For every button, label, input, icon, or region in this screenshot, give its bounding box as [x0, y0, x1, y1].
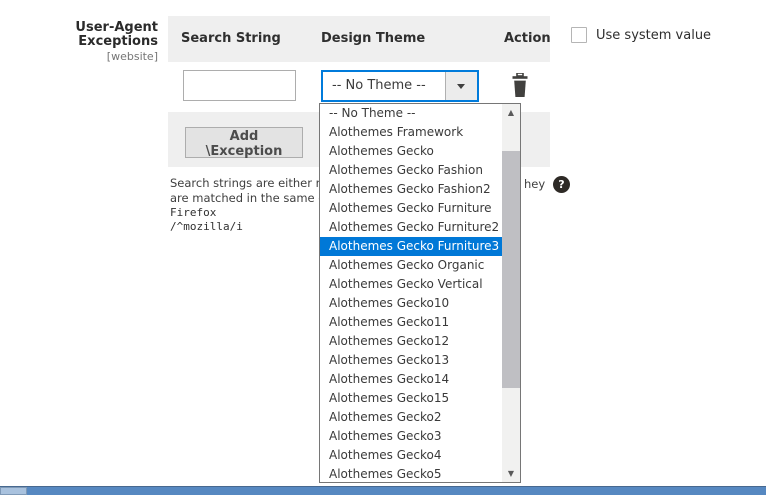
dropdown-option[interactable]: Alothemes Gecko Fashion: [320, 161, 502, 180]
chevron-down-icon: [457, 84, 465, 89]
column-header-search-string: Search String: [181, 31, 281, 46]
dropdown-option[interactable]: Alothemes Gecko13: [320, 351, 502, 370]
dropdown-option[interactable]: Alothemes Gecko Organic: [320, 256, 502, 275]
dropdown-option[interactable]: Alothemes Gecko2: [320, 408, 502, 427]
dropdown-option[interactable]: Alothemes Gecko4: [320, 446, 502, 465]
scroll-down-icon[interactable]: ▼: [502, 465, 520, 482]
field-scope: [website]: [0, 50, 158, 63]
dropdown-option[interactable]: Alothemes Gecko Furniture3: [320, 237, 502, 256]
dropdown-option[interactable]: Alothemes Framework: [320, 123, 502, 142]
column-header-action: Action: [504, 31, 551, 46]
dropdown-option[interactable]: Alothemes Gecko14: [320, 370, 502, 389]
bottom-horizontal-scrollbar[interactable]: [0, 486, 766, 495]
dropdown-option[interactable]: Alothemes Gecko10: [320, 294, 502, 313]
design-theme-dropdown-list: -- No Theme --Alothemes FrameworkAlothem…: [319, 103, 521, 483]
column-header-design-theme: Design Theme: [321, 31, 425, 46]
use-system-value-control: Use system value: [571, 27, 711, 43]
scroll-up-icon[interactable]: ▲: [502, 104, 520, 121]
dropdown-option[interactable]: Alothemes Gecko Furniture2: [320, 218, 502, 237]
design-theme-select[interactable]: -- No Theme --: [321, 70, 479, 102]
dropdown-option[interactable]: Alothemes Gecko11: [320, 313, 502, 332]
dropdown-option[interactable]: Alothemes Gecko5: [320, 465, 502, 482]
dropdown-option[interactable]: Alothemes Gecko: [320, 142, 502, 161]
field-label-block: User-Agent Exceptions [website]: [0, 21, 158, 63]
exceptions-table-header: Search String Design Theme Action: [168, 16, 550, 62]
select-dropdown-button[interactable]: [445, 72, 477, 100]
search-string-input[interactable]: [183, 70, 296, 101]
note-line-1-tail: hey: [524, 177, 545, 192]
help-question-icon[interactable]: ?: [553, 176, 570, 193]
dropdown-option[interactable]: Alothemes Gecko Vertical: [320, 275, 502, 294]
add-exception-button[interactable]: Add \Exception: [185, 127, 303, 158]
dropdown-options: -- No Theme --Alothemes FrameworkAlothem…: [320, 104, 502, 482]
dropdown-scrollbar[interactable]: ▲ ▼: [502, 104, 520, 482]
user-agent-exceptions-panel: User-Agent Exceptions [website] Search s…: [0, 0, 766, 495]
dropdown-option[interactable]: Alothemes Gecko Fashion2: [320, 180, 502, 199]
scrollbar-thumb[interactable]: [502, 151, 520, 388]
use-system-value-checkbox[interactable]: [571, 27, 587, 43]
design-theme-selected-value: -- No Theme --: [332, 72, 426, 100]
dropdown-option[interactable]: Alothemes Gecko Furniture: [320, 199, 502, 218]
field-label: User-Agent Exceptions: [0, 21, 158, 49]
use-system-value-label: Use system value: [596, 28, 711, 43]
trash-icon: [510, 73, 530, 98]
dropdown-option[interactable]: -- No Theme --: [320, 104, 502, 123]
dropdown-option[interactable]: Alothemes Gecko12: [320, 332, 502, 351]
delete-exception-button[interactable]: [510, 73, 530, 98]
horizontal-scrollbar-thumb[interactable]: [0, 487, 27, 495]
dropdown-option[interactable]: Alothemes Gecko15: [320, 389, 502, 408]
dropdown-option[interactable]: Alothemes Gecko3: [320, 427, 502, 446]
